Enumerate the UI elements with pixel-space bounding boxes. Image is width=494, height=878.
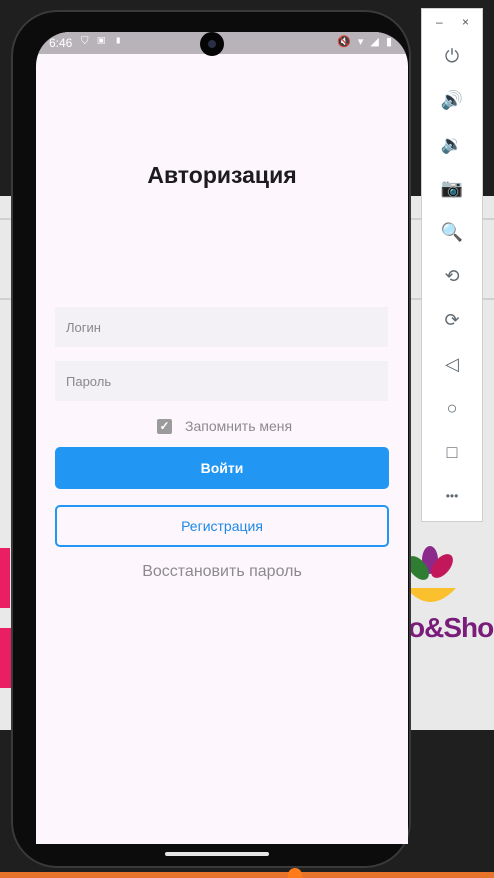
front-camera (200, 32, 224, 56)
remember-me-checkbox[interactable]: ✓ (157, 418, 172, 434)
more-icon[interactable]: ••• (438, 482, 466, 510)
restore-password-link[interactable]: Восстановить пароль (36, 563, 408, 581)
notification-icons: ⛉ ▣ ▮ (81, 36, 126, 47)
login-input[interactable] (55, 307, 388, 347)
volume-up-icon[interactable]: 🔊 (438, 86, 466, 114)
rotate-right-icon[interactable]: ⟳ (438, 306, 466, 334)
emulator-toolbar: – × ⏻ 🔊 🔉 📷 🔍 ⟲ ⟳ ◁ ○ □ ••• (421, 8, 483, 522)
rotate-left-icon[interactable]: ⟲ (438, 262, 466, 290)
remember-me-label: Запомнить меня (185, 418, 293, 434)
background-shop-logo-text: o&Shop (408, 612, 494, 643)
page-title: Авторизация (147, 162, 297, 188)
back-icon[interactable]: ◁ (438, 350, 466, 378)
login-button[interactable]: Войти (55, 447, 389, 489)
phone-frame: 6:46 ⛉ ▣ ▮ 🔇 ▾ ◢ ▮ Авторизация ✓ Запомни… (11, 10, 411, 868)
toolbar-window-controls: – × (422, 15, 482, 33)
home-indicator[interactable] (165, 852, 269, 856)
close-icon[interactable]: × (462, 15, 469, 29)
register-button[interactable]: Регистрация (55, 505, 389, 547)
volume-down-icon[interactable]: 🔉 (438, 130, 466, 158)
home-icon[interactable]: ○ (438, 394, 466, 422)
status-time: 6:46 (49, 36, 73, 50)
camera-icon[interactable]: 📷 (438, 174, 466, 202)
system-status-icons: 🔇 ▾ ◢ ▮ (337, 36, 394, 48)
phone-screen: 6:46 ⛉ ▣ ▮ 🔇 ▾ ◢ ▮ Авторизация ✓ Запомни… (36, 32, 408, 844)
power-icon[interactable]: ⏻ (438, 42, 466, 70)
zoom-icon[interactable]: 🔍 (438, 218, 466, 246)
taskbar-indicator (288, 868, 302, 878)
remember-me-row[interactable]: ✓ Запомнить меня (157, 418, 292, 434)
minimize-icon[interactable]: – (436, 15, 443, 29)
overview-icon[interactable]: □ (438, 438, 466, 466)
password-input[interactable] (55, 361, 388, 401)
taskbar-strip (0, 872, 494, 878)
